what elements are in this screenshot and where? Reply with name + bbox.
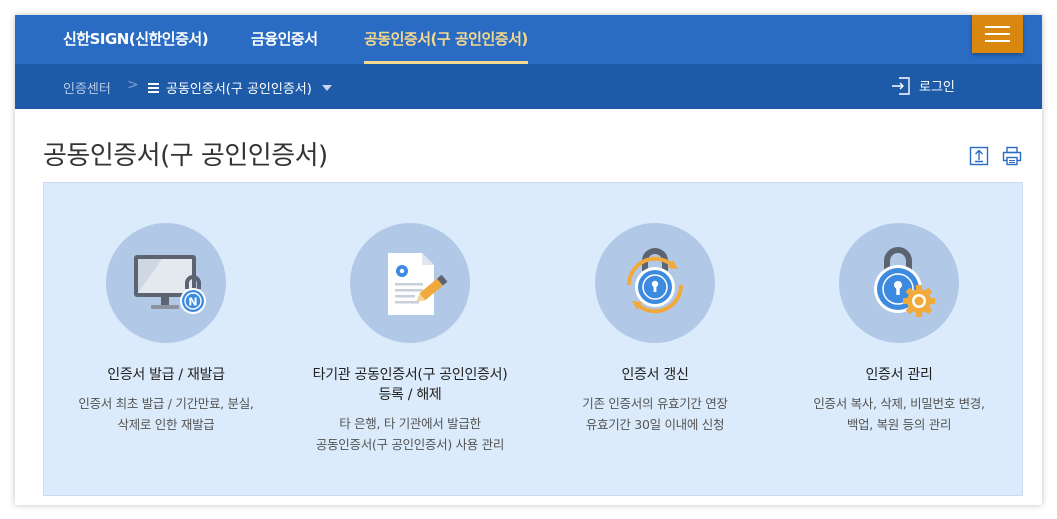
- share-icon[interactable]: [969, 146, 989, 170]
- breadcrumb-home[interactable]: 인증센터: [63, 78, 111, 97]
- login-icon: [892, 76, 910, 95]
- card-description: 인증서 복사, 삭제, 비밀번호 변경, 백업, 복원 등의 관리: [813, 396, 985, 432]
- chevron-down-icon: [321, 84, 332, 91]
- tab-joint-cert[interactable]: 공동인증서(구 공인인증서): [364, 28, 528, 64]
- breadcrumb-current-label: 공동인증서(구 공인인증서): [166, 82, 312, 97]
- lock-refresh-icon: [626, 248, 684, 314]
- list-icon: [148, 83, 159, 93]
- icon-circle: N: [106, 223, 226, 343]
- card-title: 타기관 공동인증서(구 공인인증서) 등록 / 해제: [312, 367, 508, 403]
- icon-circle: [595, 223, 715, 343]
- tab-shinhan-sign[interactable]: 신한SIGN(신한인증서): [63, 28, 209, 64]
- breadcrumb-current-dropdown[interactable]: 공동인증서(구 공인인증서): [148, 78, 332, 97]
- print-icon[interactable]: [1002, 146, 1022, 170]
- hamburger-icon: [985, 26, 1010, 28]
- monitor-lock-icon: N: [134, 255, 206, 314]
- sub-nav: 인증센터 > 공동인증서(구 공인인증서) 로그인: [15, 64, 1042, 109]
- menu-button[interactable]: [972, 15, 1023, 53]
- login-label: 로그인: [919, 80, 955, 95]
- page-title: 공동인증서(구 공인인증서): [43, 141, 328, 171]
- card-issue-reissue[interactable]: N 인증서 발급 / 재발급 인증서 최초 발급 / 기간만료, 분실, 삭제로…: [51, 223, 281, 435]
- top-nav: 신한SIGN(신한인증서) 금융인증서 공동인증서(구 공인인증서): [15, 15, 1042, 64]
- lock-gear-icon: [874, 247, 935, 317]
- card-description: 타 은행, 타 기관에서 발급한 공동인증서(구 공인인증서) 사용 관리: [315, 416, 505, 452]
- breadcrumb-separator: >: [127, 77, 139, 93]
- card-title: 인증서 관리: [865, 367, 933, 383]
- cert-services-panel: N 인증서 발급 / 재발급 인증서 최초 발급 / 기간만료, 분실, 삭제로…: [43, 182, 1023, 496]
- card-other-cert-register[interactable]: 타기관 공동인증서(구 공인인증서) 등록 / 해제 타 은행, 타 기관에서 …: [295, 223, 525, 455]
- card-description: 인증서 최초 발급 / 기간만료, 분실, 삭제로 인한 재발급: [78, 396, 254, 432]
- tab-financial-cert[interactable]: 금융인증서: [251, 28, 318, 64]
- login-button[interactable]: 로그인: [891, 76, 955, 95]
- card-title: 인증서 발급 / 재발급: [107, 367, 225, 383]
- icon-circle: [839, 223, 959, 343]
- card-cert-management[interactable]: 인증서 관리 인증서 복사, 삭제, 비밀번호 변경, 백업, 복원 등의 관리: [784, 223, 1014, 435]
- card-description: 기존 인증서의 유효기간 연장 유효기간 30일 이내에 신청: [582, 396, 728, 432]
- document-pen-icon: [388, 253, 448, 315]
- card-cert-renewal[interactable]: 인증서 갱신 기존 인증서의 유효기간 연장 유효기간 30일 이내에 신청: [540, 223, 770, 435]
- app-frame: 신한SIGN(신한인증서) 금융인증서 공동인증서(구 공인인증서) 인증센터 …: [15, 15, 1042, 505]
- icon-circle: [350, 223, 470, 343]
- card-title: 인증서 갱신: [621, 367, 689, 383]
- svg-text:N: N: [188, 296, 197, 309]
